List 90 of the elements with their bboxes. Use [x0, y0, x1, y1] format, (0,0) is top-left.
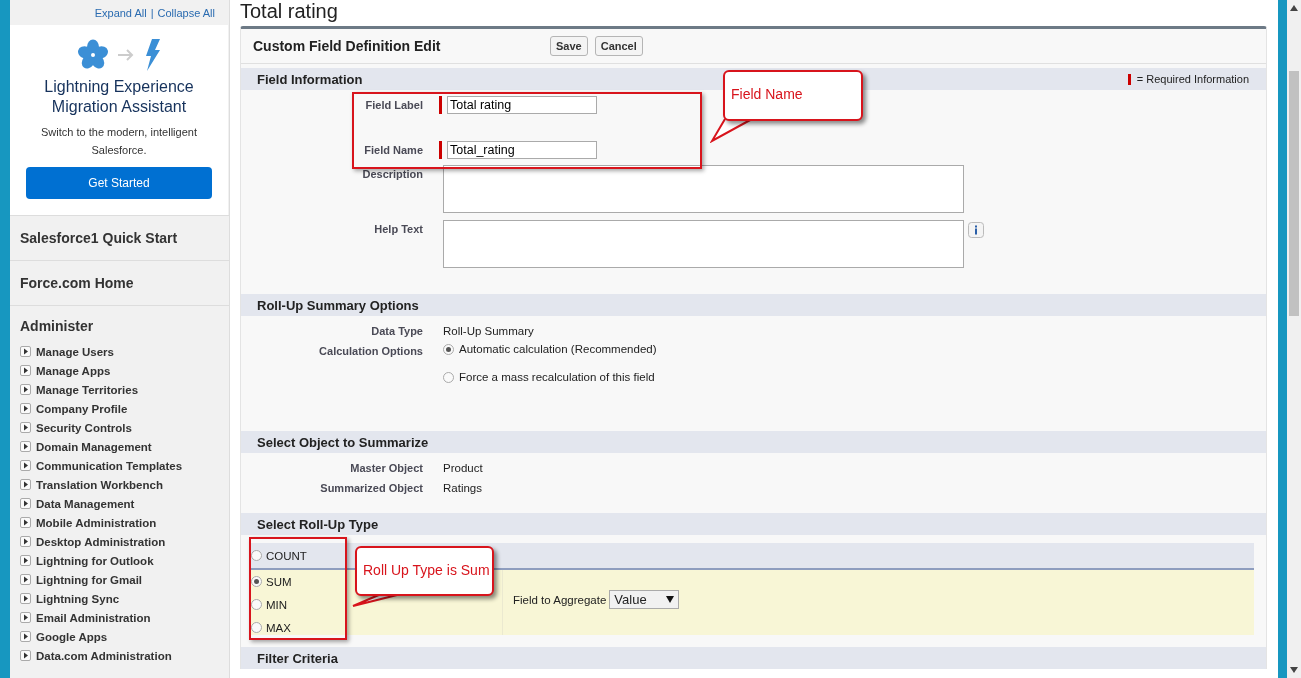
section-title: Select Object to Summarize: [257, 434, 429, 450]
expand-icon[interactable]: [20, 650, 31, 661]
expand-icon[interactable]: [20, 517, 31, 528]
field-label: Data Type: [370, 324, 423, 337]
section-title: Roll-Up Summary Options: [257, 297, 419, 313]
section-title: Select Roll-Up Type: [257, 516, 379, 532]
section-title: Field Information: [257, 71, 363, 87]
form-button[interactable]: Save: [550, 36, 588, 56]
radio-button[interactable]: [251, 550, 262, 561]
section-title: Administer: [20, 318, 95, 334]
field-value: Roll-Up Summary: [443, 324, 535, 337]
info-icon[interactable]: [968, 222, 984, 238]
expand-icon[interactable]: [20, 422, 31, 433]
expand-icon[interactable]: [20, 631, 31, 642]
page-title: Total rating: [240, 0, 338, 22]
text-area[interactable]: [443, 165, 964, 213]
field-label: Help Text: [373, 222, 423, 235]
sidebar-item[interactable]: Lightning for Outlook: [36, 554, 154, 567]
promo-text: Switch to the modern, intelligent Salesforce.: [40, 125, 198, 158]
sidebar-item[interactable]: Data Management: [36, 497, 135, 510]
sidebar-item[interactable]: Lightning Sync: [36, 592, 120, 605]
sidebar-item[interactable]: Company Profile: [36, 402, 128, 415]
expand-icon[interactable]: [20, 460, 31, 471]
caret-icon: [666, 596, 675, 603]
section-title: Filter Criteria: [257, 650, 338, 666]
sidebar-item[interactable]: Desktop Administration: [36, 535, 166, 548]
sidebar-item[interactable]: Communication Templates: [36, 459, 183, 472]
sidebar-item[interactable]: Email Administration: [36, 611, 151, 624]
get-started-button[interactable]: Get Started: [26, 167, 212, 199]
expand-icon[interactable]: [20, 574, 31, 585]
scroll-down-icon[interactable]: [1290, 667, 1298, 673]
sidebar-item[interactable]: Google Apps: [36, 630, 108, 643]
lightning-bolt-icon: [143, 39, 161, 71]
option-label: SUM: [266, 575, 292, 588]
scroll-thumb[interactable]: [1289, 71, 1299, 316]
field-value: Ratings: [443, 481, 483, 494]
expand-icon[interactable]: [20, 555, 31, 566]
radio-button[interactable]: [251, 599, 262, 610]
sidebar-link[interactable]: Salesforce1 Quick Start: [10, 215, 229, 260]
field-label: Calculation Options: [318, 344, 423, 357]
radio-button[interactable]: [443, 343, 454, 355]
input-field[interactable]: Total_rating: [447, 141, 597, 159]
sidebar-item[interactable]: Manage Users: [36, 345, 114, 358]
expand-icon[interactable]: [20, 365, 31, 376]
expand-icon[interactable]: [20, 403, 31, 414]
expand-icon[interactable]: [20, 384, 31, 395]
collapse-all-link[interactable]: Collapse All: [157, 6, 215, 19]
option-label: Automatic calculation (Recommended): [459, 343, 657, 355]
option-label: Force a mass recalculation of this field: [459, 371, 655, 383]
expand-all-link[interactable]: Expand All: [94, 6, 147, 19]
option-label: COUNT: [266, 549, 307, 562]
expand-icon[interactable]: [20, 536, 31, 547]
promo-title: Lightning Experience Migration Assistant: [43, 77, 195, 117]
required-marker: [1127, 73, 1131, 85]
field-label: Master Object: [349, 461, 423, 474]
separator: |: [150, 6, 154, 19]
sidebar-item[interactable]: Domain Management: [36, 440, 152, 453]
field-label: Summarized Object: [319, 481, 423, 494]
form-button[interactable]: Cancel: [594, 36, 643, 56]
sidebar-item[interactable]: Manage Apps: [36, 364, 111, 377]
sidebar-item[interactable]: Manage Territories: [36, 383, 139, 396]
sidebar-item[interactable]: Security Controls: [36, 421, 132, 434]
radio-button[interactable]: [251, 576, 262, 587]
expand-icon[interactable]: [20, 593, 31, 604]
field-label: Description: [361, 167, 423, 180]
form-title: Custom Field Definition Edit: [253, 38, 442, 54]
expand-icon[interactable]: [20, 479, 31, 490]
option-label: MAX: [266, 621, 291, 634]
required-legend: = Required Information: [1136, 73, 1249, 85]
arrow-icon: [117, 49, 135, 61]
field-value: Product: [443, 461, 484, 474]
radio-button[interactable]: [443, 371, 454, 383]
dropdown[interactable]: Value: [609, 590, 680, 609]
field-label: Field Label: [364, 98, 423, 111]
expand-icon[interactable]: [20, 441, 31, 452]
expand-icon[interactable]: [20, 346, 31, 357]
sidebar-link[interactable]: Force.com Home: [10, 260, 229, 305]
scroll-up-icon[interactable]: [1290, 5, 1298, 11]
sidebar-item[interactable]: Translation Workbench: [36, 478, 163, 491]
field-label: Field to Aggregate: [513, 593, 607, 606]
expand-icon[interactable]: [20, 612, 31, 623]
radio-button[interactable]: [251, 622, 262, 633]
sidebar-item[interactable]: Data.com Administration: [36, 649, 172, 662]
flower-icon: [77, 39, 109, 71]
expand-icon[interactable]: [20, 498, 31, 509]
field-label: Field Name: [363, 143, 423, 156]
option-label: MIN: [266, 598, 288, 611]
input-field[interactable]: Total rating: [447, 96, 597, 114]
sidebar-item[interactable]: Mobile Administration: [36, 516, 157, 529]
sidebar-item[interactable]: Lightning for Gmail: [36, 573, 143, 586]
